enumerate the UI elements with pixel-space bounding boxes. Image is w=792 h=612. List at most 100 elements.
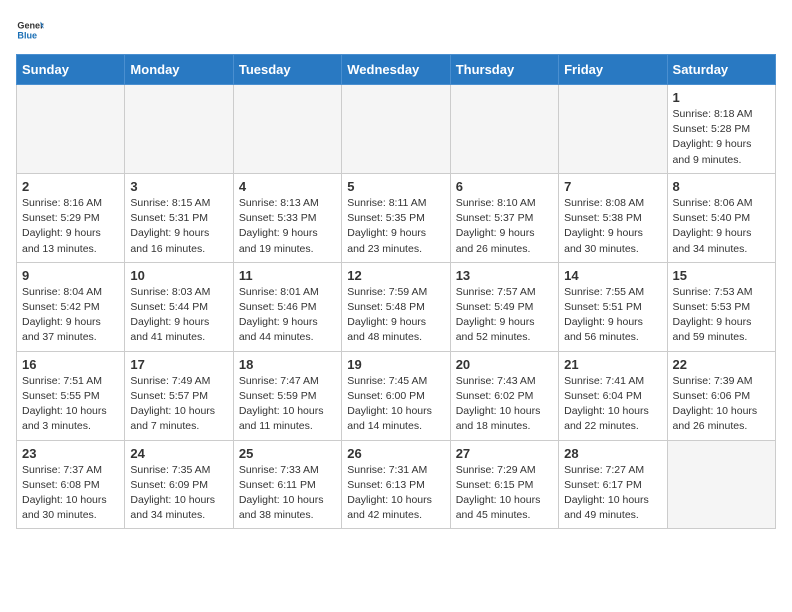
svg-text:General: General [17,21,44,31]
week-row-0: 1 Sunrise: 8:18 AM Sunset: 5:28 PM Daylig… [17,85,776,174]
day-info: Sunrise: 8:10 AM Sunset: 5:37 PM Dayligh… [456,196,553,257]
day-number: 10 [130,268,227,283]
day-info: Sunrise: 8:18 AM Sunset: 5:28 PM Dayligh… [673,107,770,168]
calendar-cell: 16 Sunrise: 7:51 AM Sunset: 5:55 PM Dayli… [17,351,125,440]
day-info: Sunrise: 7:45 AM Sunset: 6:00 PM Dayligh… [347,374,444,435]
day-number: 27 [456,446,553,461]
calendar-cell: 14 Sunrise: 7:55 AM Sunset: 5:51 PM Dayli… [559,262,667,351]
calendar-cell [342,85,450,174]
calendar-cell: 2 Sunrise: 8:16 AM Sunset: 5:29 PM Daylig… [17,173,125,262]
calendar-cell [559,85,667,174]
day-number: 6 [456,179,553,194]
day-info: Sunrise: 8:13 AM Sunset: 5:33 PM Dayligh… [239,196,336,257]
day-number: 18 [239,357,336,372]
calendar-cell: 18 Sunrise: 7:47 AM Sunset: 5:59 PM Dayli… [233,351,341,440]
day-number: 3 [130,179,227,194]
week-row-1: 2 Sunrise: 8:16 AM Sunset: 5:29 PM Daylig… [17,173,776,262]
day-header-tuesday: Tuesday [233,55,341,85]
calendar-table: SundayMondayTuesdayWednesdayThursdayFrid… [16,54,776,529]
calendar-cell: 21 Sunrise: 7:41 AM Sunset: 6:04 PM Dayli… [559,351,667,440]
day-number: 23 [22,446,119,461]
day-number: 24 [130,446,227,461]
calendar-cell: 8 Sunrise: 8:06 AM Sunset: 5:40 PM Daylig… [667,173,775,262]
day-number: 4 [239,179,336,194]
week-row-4: 23 Sunrise: 7:37 AM Sunset: 6:08 PM Dayli… [17,440,776,529]
calendar-cell: 15 Sunrise: 7:53 AM Sunset: 5:53 PM Dayli… [667,262,775,351]
calendar-cell: 20 Sunrise: 7:43 AM Sunset: 6:02 PM Dayli… [450,351,558,440]
day-info: Sunrise: 7:57 AM Sunset: 5:49 PM Dayligh… [456,285,553,346]
day-number: 9 [22,268,119,283]
day-info: Sunrise: 8:08 AM Sunset: 5:38 PM Dayligh… [564,196,661,257]
calendar-cell: 27Sunrise: 7:29 AM Sunset: 6:15 PM Dayli… [450,440,558,529]
day-info: Sunrise: 8:01 AM Sunset: 5:46 PM Dayligh… [239,285,336,346]
day-info: Sunrise: 7:51 AM Sunset: 5:55 PM Dayligh… [22,374,119,435]
header: General Blue [16,16,776,44]
day-info: Sunrise: 7:37 AM Sunset: 6:08 PM Dayligh… [22,463,119,524]
day-info: Sunrise: 8:06 AM Sunset: 5:40 PM Dayligh… [673,196,770,257]
calendar-cell: 19 Sunrise: 7:45 AM Sunset: 6:00 PM Dayli… [342,351,450,440]
day-number: 22 [673,357,770,372]
day-number: 7 [564,179,661,194]
day-header-sunday: Sunday [17,55,125,85]
day-header-row: SundayMondayTuesdayWednesdayThursdayFrid… [17,55,776,85]
calendar-cell: 7 Sunrise: 8:08 AM Sunset: 5:38 PM Daylig… [559,173,667,262]
calendar-cell: 1 Sunrise: 8:18 AM Sunset: 5:28 PM Daylig… [667,85,775,174]
day-header-thursday: Thursday [450,55,558,85]
day-info: Sunrise: 8:04 AM Sunset: 5:42 PM Dayligh… [22,285,119,346]
week-row-3: 16 Sunrise: 7:51 AM Sunset: 5:55 PM Dayli… [17,351,776,440]
calendar-cell: 23 Sunrise: 7:37 AM Sunset: 6:08 PM Dayli… [17,440,125,529]
day-number: 12 [347,268,444,283]
day-info: Sunrise: 7:43 AM Sunset: 6:02 PM Dayligh… [456,374,553,435]
calendar-cell [233,85,341,174]
svg-text:Blue: Blue [17,30,37,40]
day-number: 16 [22,357,119,372]
day-info: Sunrise: 7:35 AM Sunset: 6:09 PM Dayligh… [130,463,227,524]
day-number: 13 [456,268,553,283]
day-info: Sunrise: 7:55 AM Sunset: 5:51 PM Dayligh… [564,285,661,346]
calendar-cell [17,85,125,174]
calendar-cell: 11 Sunrise: 8:01 AM Sunset: 5:46 PM Dayli… [233,262,341,351]
calendar-cell: 22Sunrise: 7:39 AM Sunset: 6:06 PM Dayli… [667,351,775,440]
day-number: 5 [347,179,444,194]
day-header-wednesday: Wednesday [342,55,450,85]
day-number: 21 [564,357,661,372]
day-info: Sunrise: 7:31 AM Sunset: 6:13 PM Dayligh… [347,463,444,524]
day-info: Sunrise: 8:16 AM Sunset: 5:29 PM Dayligh… [22,196,119,257]
day-info: Sunrise: 8:03 AM Sunset: 5:44 PM Dayligh… [130,285,227,346]
calendar-cell: 5 Sunrise: 8:11 AM Sunset: 5:35 PM Daylig… [342,173,450,262]
day-info: Sunrise: 7:53 AM Sunset: 5:53 PM Dayligh… [673,285,770,346]
logo-icon: General Blue [16,16,44,44]
calendar-cell: 6 Sunrise: 8:10 AM Sunset: 5:37 PM Daylig… [450,173,558,262]
day-header-friday: Friday [559,55,667,85]
day-number: 20 [456,357,553,372]
calendar-cell: 13 Sunrise: 7:57 AM Sunset: 5:49 PM Dayli… [450,262,558,351]
calendar-cell: 17 Sunrise: 7:49 AM Sunset: 5:57 PM Dayli… [125,351,233,440]
day-info: Sunrise: 7:47 AM Sunset: 5:59 PM Dayligh… [239,374,336,435]
day-number: 14 [564,268,661,283]
calendar-cell: 3Sunrise: 8:15 AM Sunset: 5:31 PM Daylig… [125,173,233,262]
calendar-cell [450,85,558,174]
calendar-cell: 28 Sunrise: 7:27 AM Sunset: 6:17 PM Dayli… [559,440,667,529]
day-info: Sunrise: 7:27 AM Sunset: 6:17 PM Dayligh… [564,463,661,524]
day-info: Sunrise: 7:49 AM Sunset: 5:57 PM Dayligh… [130,374,227,435]
day-number: 1 [673,90,770,105]
day-number: 19 [347,357,444,372]
day-number: 2 [22,179,119,194]
day-number: 8 [673,179,770,194]
day-number: 11 [239,268,336,283]
day-header-saturday: Saturday [667,55,775,85]
day-number: 28 [564,446,661,461]
logo: General Blue [16,16,48,44]
day-number: 17 [130,357,227,372]
day-number: 15 [673,268,770,283]
calendar-cell: 25 Sunrise: 7:33 AM Sunset: 6:11 PM Dayli… [233,440,341,529]
day-number: 25 [239,446,336,461]
day-info: Sunrise: 7:59 AM Sunset: 5:48 PM Dayligh… [347,285,444,346]
day-info: Sunrise: 7:33 AM Sunset: 6:11 PM Dayligh… [239,463,336,524]
calendar-cell: 12 Sunrise: 7:59 AM Sunset: 5:48 PM Dayli… [342,262,450,351]
day-info: Sunrise: 7:41 AM Sunset: 6:04 PM Dayligh… [564,374,661,435]
week-row-2: 9 Sunrise: 8:04 AM Sunset: 5:42 PM Daylig… [17,262,776,351]
day-info: Sunrise: 8:11 AM Sunset: 5:35 PM Dayligh… [347,196,444,257]
calendar-cell: 10 Sunrise: 8:03 AM Sunset: 5:44 PM Dayli… [125,262,233,351]
day-header-monday: Monday [125,55,233,85]
